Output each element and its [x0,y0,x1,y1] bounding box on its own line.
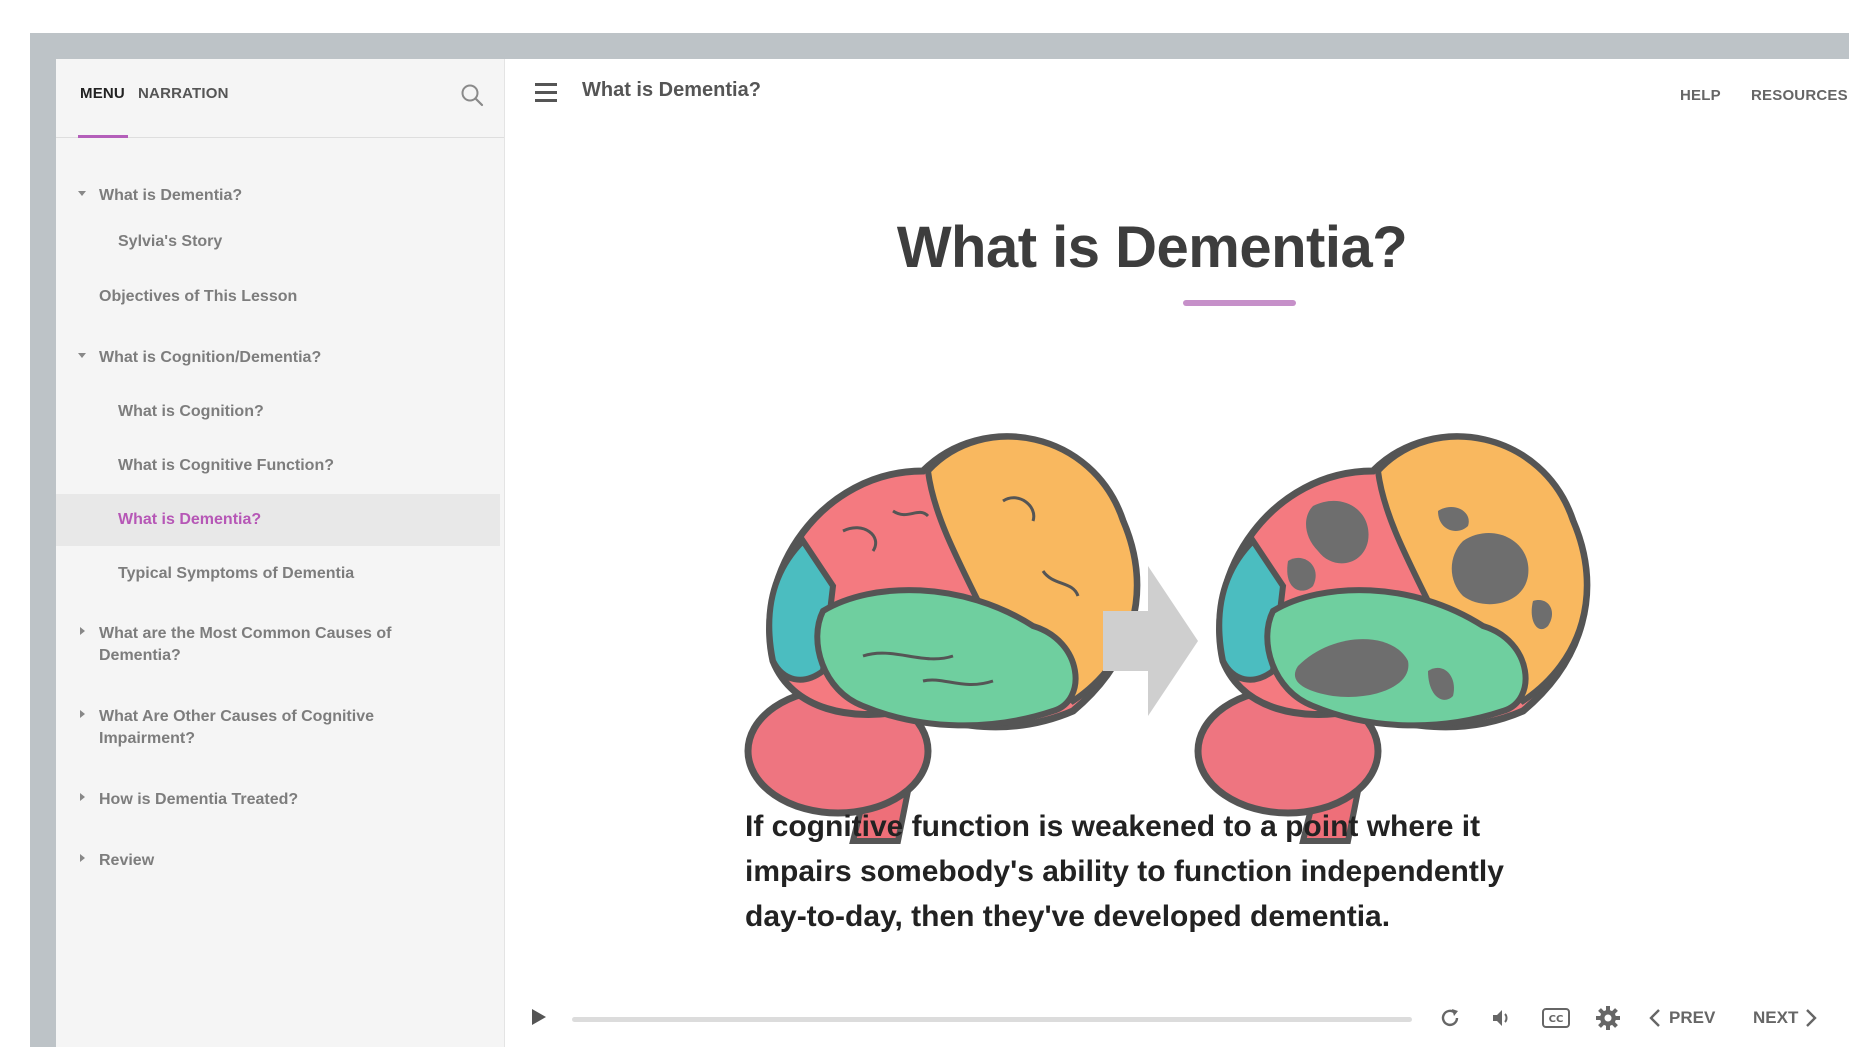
search-icon[interactable] [458,81,488,111]
sidebar-item-label: What is Dementia? [118,511,262,528]
sidebar-item-label: How is Dementia Treated? [99,791,299,808]
sidebar-item-label-line1: What are the Most Common Causes of [99,625,392,642]
caret-right-icon [80,627,85,635]
healthy-brain-image [744,433,1141,844]
prev-button[interactable]: PREV [1669,1008,1715,1028]
sidebar-item-treatment[interactable]: How is Dementia Treated? [56,781,500,821]
tab-narration[interactable]: NARRATION [138,85,229,102]
sidebar-item-sylvias-story[interactable]: Sylvia's Story [56,223,500,263]
sidebar: MENU NARRATION What is Dementia? Sylvia'… [56,59,505,1047]
active-tab-indicator [78,135,128,138]
caret-down-icon [78,191,86,196]
resources-link[interactable]: RESOURCES [1751,87,1848,104]
seek-bar[interactable] [572,1017,1412,1022]
playbar: CC PREV NEXT [505,994,1849,1044]
replay-icon[interactable] [1435,1003,1465,1033]
help-link[interactable]: HELP [1680,87,1721,104]
volume-icon[interactable] [1487,1003,1517,1033]
sidebar-item-label: What is Cognition? [118,403,264,420]
slide-title: What is Dementia? [896,215,1408,280]
closed-captions-icon[interactable]: CC [1540,1003,1572,1033]
dementia-brain-image [1194,433,1591,844]
caret-right-icon [80,793,85,801]
cc-label: CC [1549,1014,1564,1025]
sidebar-item-what-is-dementia-section[interactable]: What is Dementia? [56,177,500,217]
course-player: MENU NARRATION What is Dementia? Sylvia'… [56,59,1849,1047]
chevron-left-icon[interactable] [1645,1003,1665,1033]
sidebar-item-label: What is Cognition/Dementia? [99,349,322,366]
sidebar-item-cognitive-function[interactable]: What is Cognitive Function? [56,447,500,487]
gear-icon[interactable] [1593,1003,1623,1033]
sidebar-item-cognition-dementia-section[interactable]: What is Cognition/Dementia? [56,339,500,379]
sidebar-item-label: What is Cognitive Function? [118,457,334,474]
header-title: What is Dementia? [582,79,761,101]
next-button[interactable]: NEXT [1753,1008,1798,1028]
sidebar-item-label-line1: What Are Other Causes of Cognitive [99,708,374,725]
sidebar-item-review[interactable]: Review [56,842,500,882]
sidebar-item-label: Objectives of This Lesson [99,288,298,305]
sidebar-item-label: Sylvia's Story [118,233,223,250]
sidebar-header: MENU NARRATION [56,59,504,138]
sidebar-item-label-line2: Dementia? [99,647,181,664]
hamburger-icon[interactable] [535,83,561,105]
brain-comparison-illustration [744,433,1591,844]
title-underline [1183,300,1296,306]
tab-menu[interactable]: MENU [80,85,125,102]
sidebar-item-label-line2: Impairment? [99,730,196,747]
play-icon[interactable] [529,1006,549,1028]
sidebar-item-typical-symptoms[interactable]: Typical Symptoms of Dementia [56,555,500,595]
sidebar-item-label: Typical Symptoms of Dementia [118,565,355,582]
chevron-right-icon[interactable] [1801,1003,1821,1033]
slide-caption: If cognitive function is weakened to a p… [745,810,1504,933]
caret-right-icon [80,854,85,862]
sidebar-item-label: Review [99,852,155,869]
caret-right-icon [80,710,85,718]
sidebar-item-label: What is Dementia? [99,187,243,204]
sidebar-item-other-causes[interactable]: What Are Other Causes of Cognitive Impai… [56,698,500,754]
caret-down-icon [78,353,86,358]
sidebar-item-common-causes[interactable]: What are the Most Common Causes of Demen… [56,615,500,671]
slide-area: What is Dementia? HELP RESOURCES What is… [505,59,1849,1047]
sidebar-item-what-is-dementia[interactable]: What is Dementia? [56,494,500,546]
sidebar-item-what-is-cognition[interactable]: What is Cognition? [56,393,500,433]
sidebar-item-objectives[interactable]: Objectives of This Lesson [56,278,500,318]
